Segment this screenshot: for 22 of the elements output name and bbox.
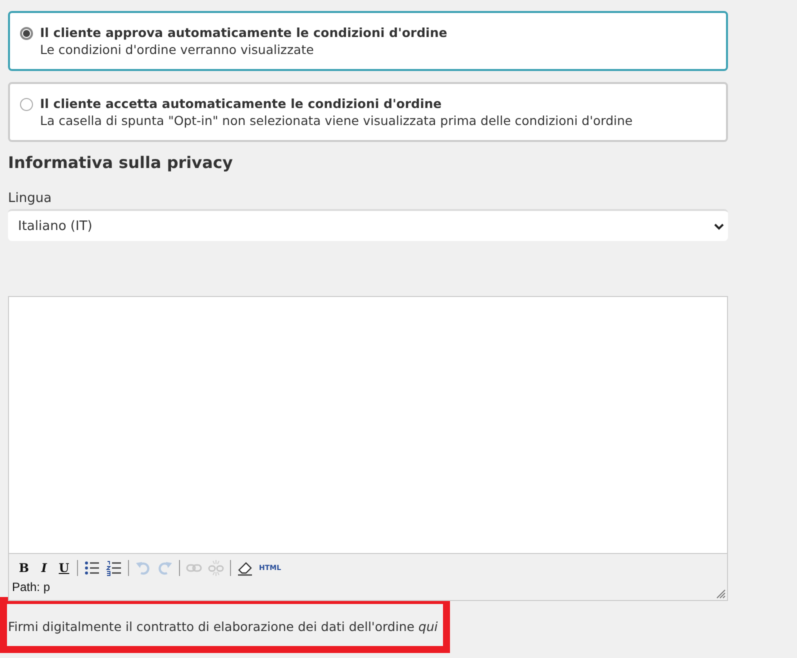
option-description: Le condizioni d'ordine verranno visualizzate: [40, 41, 315, 59]
option-title: Il cliente accetta automaticamente le condizioni d'ordine: [40, 95, 443, 112]
italic-button[interactable]: I: [37, 561, 51, 575]
language-select[interactable]: Italiano (IT): [8, 209, 728, 241]
underline-button[interactable]: U: [57, 561, 71, 575]
bullets-list-icon[interactable]: [84, 560, 100, 576]
notice-text: Firmi digitalmente il contratto di elaborazione dei dati dell'ordine qui: [8, 619, 438, 634]
numbers-list-icon[interactable]: [106, 560, 122, 576]
bold-button[interactable]: B: [17, 561, 31, 575]
resize-handle-icon[interactable]: [716, 589, 726, 599]
radio-button[interactable]: [20, 27, 33, 40]
section-heading: Informativa sulla privacy: [8, 153, 234, 173]
option-card[interactable]: Il cliente approva automaticamente le condizioni d'ordine Le condizioni d'ordine verranno visualizzate: [8, 11, 728, 71]
chevron-down-icon: [714, 222, 724, 230]
field-label: Lingua: [8, 191, 53, 206]
path-text: Path: p: [11, 579, 52, 596]
radio-button[interactable]: [20, 98, 33, 111]
option-title: Il cliente approva automaticamente le condizioni d'ordine: [40, 24, 448, 41]
option-description: La casella di spunta "Opt-in" non selezionata viene visualizzata prima delle condizioni d'ordine: [40, 112, 633, 130]
option-card[interactable]: Il cliente accetta automaticamente le condizioni d'ordine La casella di spunta "Opt-in" non selezionata viene visualizzata prima delle condizioni d'ordine: [8, 82, 728, 142]
eraser-icon[interactable]: [237, 560, 253, 576]
signature-link[interactable]: qui: [418, 619, 438, 634]
